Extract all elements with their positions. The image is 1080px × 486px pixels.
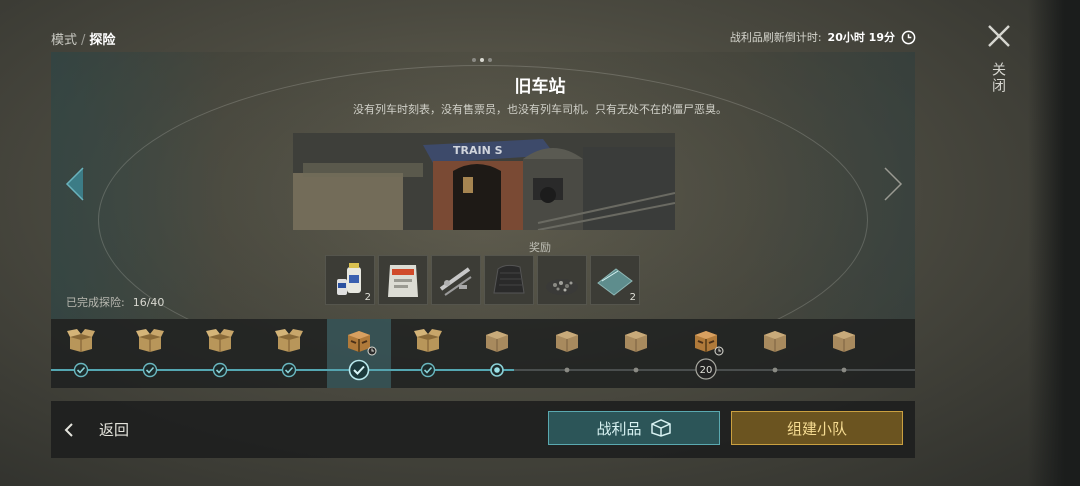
locked-dot-icon [766,362,784,378]
loot-crate-icon [830,327,858,353]
expedition-description: 没有列车时刻表，没有售票员，也没有列车司机。只有无处不在的僵尸恶臭。 [353,103,727,116]
back-button[interactable]: 返回 [63,419,129,440]
timeline-node-4[interactable] [257,319,321,388]
reward-item-bottles[interactable]: 2 [325,255,375,305]
expedition-title: 旧车站 [514,77,566,97]
level-number: 20 [699,365,712,376]
loot-crate-icon [761,327,789,353]
scene-sign-text: TRAIN S [453,144,503,157]
timeline-node-7[interactable] [465,319,529,388]
page-indicator [472,58,492,62]
next-arrow-icon[interactable] [883,166,905,202]
loot-crate-icon [553,327,581,353]
timeline-node-10[interactable]: 20 [674,319,738,388]
timer-icon [367,341,377,356]
progress-value: 16/40 [132,296,165,309]
timeline-node-11[interactable] [743,319,807,388]
timeline-node-2[interactable] [118,319,182,388]
previous-arrow-icon[interactable] [63,166,85,202]
rubber-sheet-icon [493,264,525,294]
bottom-bar: 返回 战利品 组建小队 [51,401,915,458]
reward-item-gravel[interactable] [537,255,587,305]
close-icon[interactable] [985,22,1013,50]
breadcrumb-mode[interactable]: 模式 [51,33,77,48]
reward-item-rubber-sheet[interactable] [484,255,534,305]
reward-count: 2 [629,292,636,303]
check-icon [72,362,90,378]
check-icon [488,362,506,378]
locked-dot-icon [627,362,645,378]
gravel-icon [546,279,578,295]
level-badge: 20 [694,358,718,380]
progress-label: 已完成探险: [66,296,125,309]
loot-button[interactable]: 战利品 [548,411,720,445]
expedition-scene-image: TRAIN S [293,133,675,230]
reward-item-metal-parts[interactable] [431,255,481,305]
breadcrumb-current: 探险 [89,33,116,48]
reward-count: 2 [364,292,371,303]
page-dot-active [480,58,484,62]
loot-label: 战利品 [596,419,642,438]
clock-icon [901,30,916,44]
check-icon [211,362,229,378]
expedition-timeline: 20 [51,319,915,388]
locked-dot-icon [558,362,576,378]
rewards-list: 2 2 [325,255,640,305]
reward-item-cement-bag[interactable] [378,255,428,305]
loot-crate-icon [622,327,650,353]
loot-refresh-countdown: 战利品刷新倒计时: 20小时 19分 [730,29,916,45]
timeline-node-12[interactable] [812,319,876,388]
loot-crate-icon [275,327,304,353]
timer-icon [714,341,724,356]
countdown-value: 20小时 19分 [827,31,895,44]
countdown-label: 战利品刷新倒计时: [729,31,822,44]
page-dot [472,58,476,62]
cement-bag-icon [388,265,418,297]
timeline-node-6[interactable] [396,319,460,388]
check-icon [347,359,371,381]
loot-crate-icon [205,327,234,353]
metal-parts-icon [439,267,472,296]
loot-crate-icon [67,327,95,353]
check-icon [141,362,159,378]
reward-item-glass[interactable]: 2 [590,255,640,305]
rewards-label: 奖励 [529,241,551,254]
chevron-left-icon [64,422,73,437]
locked-dot-icon [835,362,853,378]
loot-box-icon [650,419,671,437]
timeline-node-8[interactable] [535,319,599,388]
breadcrumb: 模式 / 探险 [51,29,115,48]
timeline-node-3[interactable] [188,319,252,388]
timeline-node-5[interactable] [326,319,391,388]
breadcrumb-separator: / [81,33,86,48]
timeline-node-9[interactable] [604,319,668,388]
check-icon [419,362,437,378]
loot-crate-icon [414,327,442,353]
check-icon [280,362,298,378]
completed-expeditions: 已完成探险: 16/40 [66,294,164,310]
loot-crate-icon [483,327,511,353]
back-label: 返回 [99,421,130,439]
create-team-button[interactable]: 组建小队 [731,411,903,445]
timeline-node-1[interactable] [49,319,113,388]
loot-crate-icon [136,327,165,353]
page-dot [488,58,492,62]
